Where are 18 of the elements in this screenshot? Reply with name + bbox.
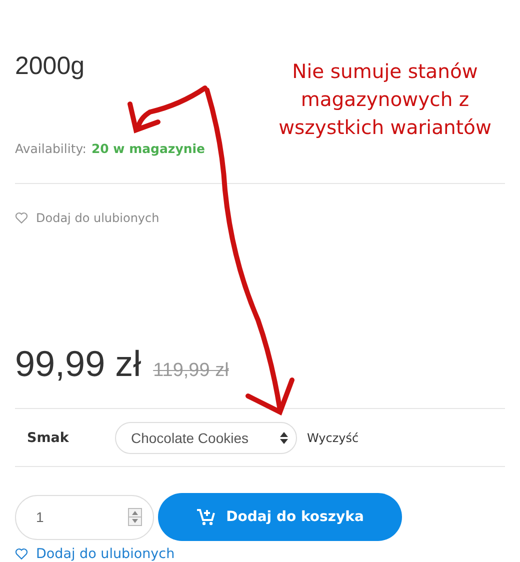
sort-caret-icon: [280, 432, 288, 444]
stock-count: 20 w magazynie: [91, 141, 206, 158]
heart-icon: [15, 212, 28, 224]
annotation-text: Nie sumuje stanów magazynowych z wszystkich wariantów: [278, 59, 492, 141]
heart-icon: [15, 548, 28, 560]
flavor-select[interactable]: Chocolate Cookies: [115, 422, 297, 454]
cart-icon: [196, 508, 216, 526]
availability-label: Availability:: [15, 141, 86, 158]
variant-label: Smak: [27, 430, 70, 446]
clear-link[interactable]: Wyczyść: [307, 430, 359, 444]
spinner-icon[interactable]: [128, 508, 142, 526]
old-price: 119,99 zł: [153, 360, 229, 382]
product-weight: 2000g: [15, 52, 85, 82]
wishlist-link[interactable]: Dodaj do ulubionych: [36, 211, 160, 225]
price: 99,99 zł: [15, 343, 142, 385]
wishlist-link[interactable]: Dodaj do ulubionych: [36, 546, 175, 562]
add-to-cart-button[interactable]: Dodaj do koszyka: [158, 493, 402, 541]
quantity-field[interactable]: 1: [15, 494, 154, 540]
